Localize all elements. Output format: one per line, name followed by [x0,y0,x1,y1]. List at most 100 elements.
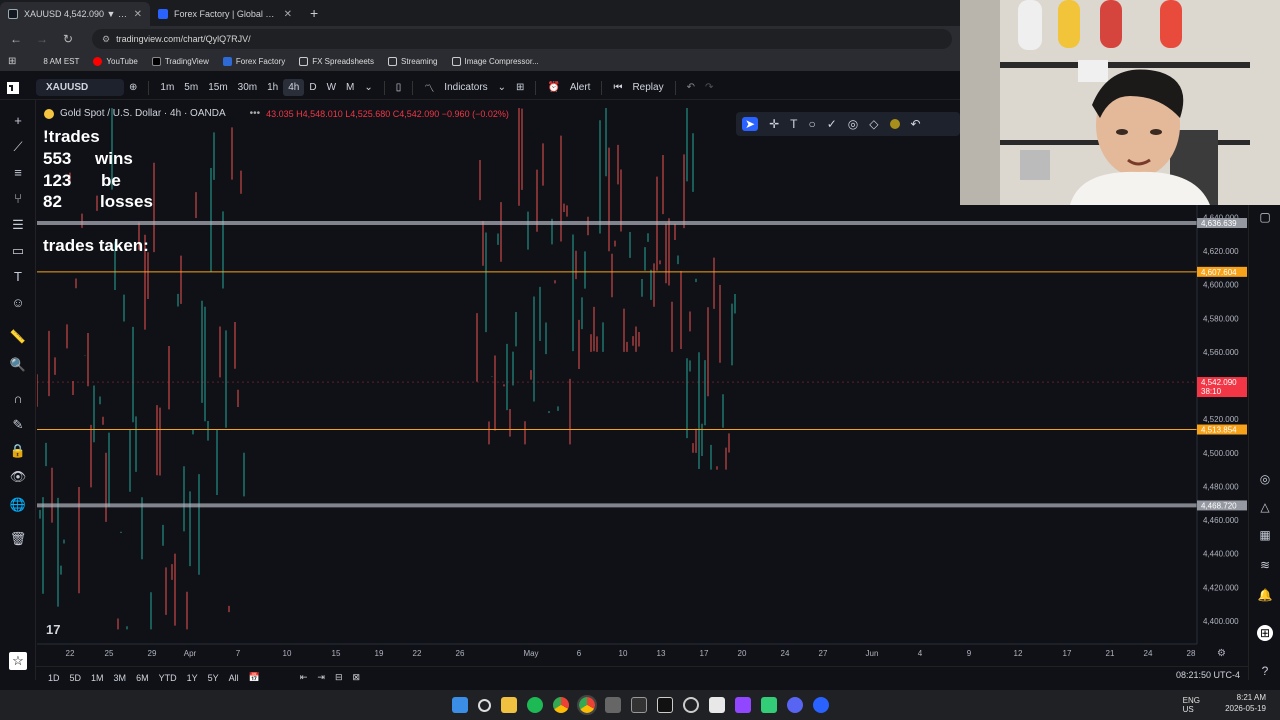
replay-icon[interactable]: ⏮ [608,82,627,93]
interval-5m[interactable]: 5m [179,82,203,93]
range-5d[interactable]: 5D [70,673,82,683]
chevron-down-icon[interactable]: ⌄ [493,82,511,93]
bookmark[interactable]: Image Compressor... [451,57,539,66]
notifications-icon[interactable]: 🔔 [1257,587,1273,603]
terminal-icon[interactable] [630,697,647,713]
bookmark[interactable]: FX Spreadsheets [299,57,374,66]
file-explorer-icon[interactable] [500,697,517,713]
layouts-icon[interactable]: ⊞ [511,82,529,93]
windows-start-icon[interactable] [451,697,468,713]
range-ytd[interactable]: YTD [159,673,177,683]
range-1m[interactable]: 1M [91,673,104,683]
range-1d[interactable]: 1D [48,673,60,683]
notepad-icon[interactable] [708,697,725,713]
apps-grid-icon[interactable]: ⊞ [1257,625,1273,641]
crosshair-icon[interactable]: ✛ [769,117,779,131]
interval-w[interactable]: W [322,82,341,93]
zoom-icon[interactable]: 🔍 [9,356,27,374]
eraser-icon[interactable]: ◇ [869,117,878,131]
emoji-icon[interactable]: ☺ [9,294,27,312]
game-icon[interactable] [760,697,777,713]
twitch-icon[interactable] [734,697,751,713]
trash-icon[interactable]: 🗑 [9,530,27,548]
reload-icon[interactable]: ↻ [60,32,76,46]
alert-button[interactable]: Alert [565,82,596,93]
close-tab-icon[interactable]: ✕ [284,9,292,20]
magnet-icon[interactable]: ∩ [9,390,27,408]
symbol-search-button[interactable]: XAUUSD [36,79,124,96]
system-clock[interactable]: 8:21 AM 2026-05-19 [1225,692,1266,714]
interval-1h[interactable]: 1h [262,82,283,93]
bookmark[interactable]: Forex Factory [222,57,285,66]
compare-add-icon[interactable]: ⊕ [124,82,142,93]
obs-icon[interactable] [812,697,829,713]
globe-icon[interactable]: 🌐 [9,496,27,514]
interval-d[interactable]: D [304,82,321,93]
undo-icon[interactable]: ↶ [911,117,921,131]
tab-xauusd[interactable]: XAUUSD 4,542.090 ▼ -0.53% ✕ [0,2,150,26]
circle-icon[interactable]: ○ [808,117,815,131]
undo-icon[interactable]: ↶ [682,82,700,93]
rectangle-icon[interactable]: ▭ [9,242,27,260]
range-6m[interactable]: 6M [136,673,149,683]
bookmark[interactable]: TradingView [151,57,209,66]
alert-icon[interactable]: ⏰ [542,82,564,93]
range-3m[interactable]: 3M [114,673,127,683]
color-icon[interactable] [889,119,900,129]
url-field[interactable]: ⚙ tradingview.com/chart/QylQ7RJV/ [92,29,952,49]
close-tab-icon[interactable]: ✕ [134,9,142,20]
interval-15m[interactable]: 15m [203,82,232,93]
trend-line-icon[interactable]: ⟋ [9,138,27,156]
chrome-active-icon[interactable] [576,695,597,715]
tab-forex-factory[interactable]: Forex Factory | Global markets ✕ [150,2,300,26]
feed-icon[interactable]: ≋ [1257,557,1273,573]
back-icon[interactable]: ← [8,32,24,46]
target-icon[interactable]: ◎ [848,117,858,131]
tv-menu-icon[interactable] [0,76,26,100]
text-icon[interactable]: T [9,268,27,286]
go-to-date-icon[interactable]: 📅 [249,672,260,683]
scroll-left-icon[interactable]: ⇤ [300,672,308,683]
target-icon[interactable]: ◎ [1257,471,1273,487]
indicators-icon[interactable]: 〽 [419,80,439,95]
crosshair-icon[interactable]: + [9,112,27,130]
capcut-icon[interactable] [656,697,673,713]
text-icon[interactable]: T [790,117,797,131]
help-icon[interactable]: ? [1257,663,1273,679]
ruler-icon[interactable]: 📏 [9,328,27,346]
check-icon[interactable]: ✓ [827,117,837,131]
interval-1m[interactable]: 1m [155,82,179,93]
eye-icon[interactable]: 👁 [9,468,27,486]
zoom-out-icon[interactable]: ⊟ [335,672,343,683]
lock-icon[interactable]: 🔒 [9,442,27,460]
utc-time[interactable]: 08:21:50 UTC-4 [1176,670,1240,680]
replay-button[interactable]: Replay [627,82,668,93]
scroll-right-icon[interactable]: ⇥ [317,672,325,683]
new-tab-button[interactable]: + [300,5,328,26]
bookmark[interactable]: 8 AM EST [30,57,79,66]
range-5y[interactable]: 5Y [208,673,219,683]
horizontal-lines-icon[interactable]: ≡ [9,164,27,182]
alerts-icon[interactable]: △ [1257,499,1273,515]
pencil-lock-icon[interactable]: ✎ [9,416,27,434]
candle-type-icon[interactable]: ▯ [391,82,407,93]
language-indicator[interactable]: ENG US [1183,696,1200,714]
chevron-down-icon[interactable]: ⌄ [359,82,377,93]
apps-grid-icon[interactable]: ⊞ [8,56,16,67]
range-1y[interactable]: 1Y [187,673,198,683]
fork-icon[interactable]: ⑂ [9,190,27,208]
search-icon[interactable] [477,698,491,712]
forward-icon[interactable]: → [34,32,50,46]
fib-icon[interactable]: ☰ [9,216,27,234]
zoom-in-icon[interactable]: ⊠ [352,672,360,683]
more-icon[interactable]: ••• [250,108,261,119]
indicators-button[interactable]: Indicators [439,82,492,93]
redo-icon[interactable]: ↷ [700,82,718,93]
interval-m[interactable]: M [341,82,359,93]
interval-30m[interactable]: 30m [233,82,262,93]
star-icon[interactable]: ☆ [9,652,27,670]
discord-icon[interactable] [786,697,803,713]
bookmark[interactable]: Streaming [388,57,438,66]
app-icon[interactable] [604,697,621,713]
range-all[interactable]: All [229,673,239,683]
